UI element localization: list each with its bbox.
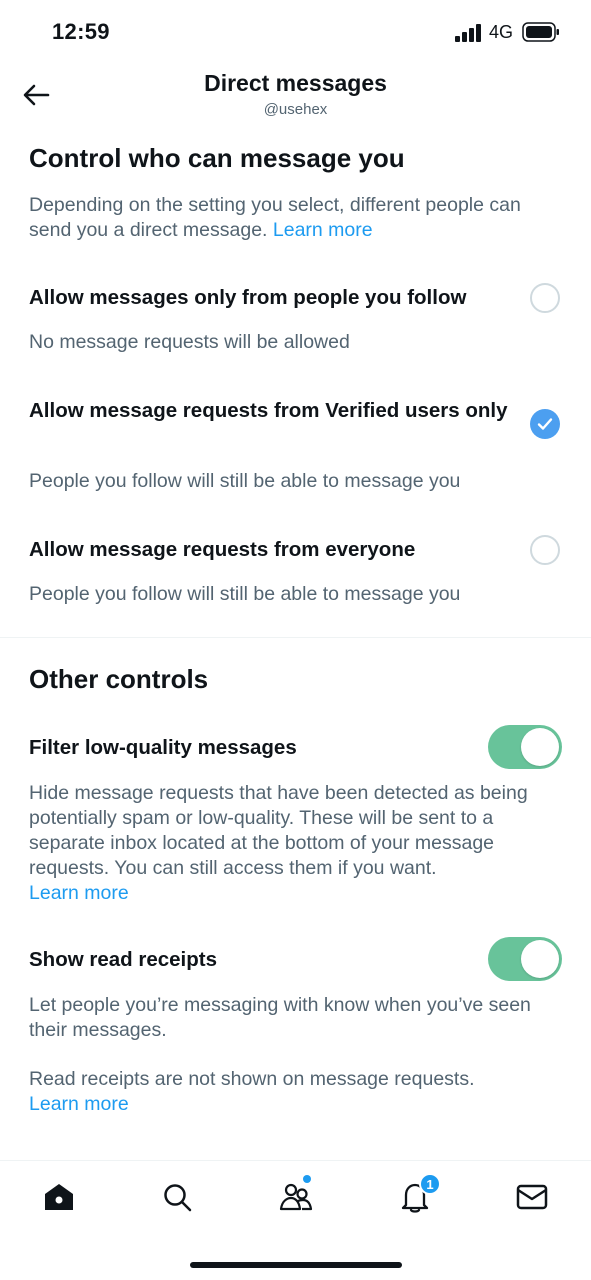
- status-bar: 12:59 4G: [0, 0, 591, 62]
- filter-description-text: Hide message requests that have been det…: [29, 782, 528, 879]
- home-icon: [45, 1184, 73, 1210]
- option-everyone-radio[interactable]: [530, 535, 560, 565]
- signal-icon: [455, 24, 481, 42]
- messages-icon: [516, 1184, 548, 1210]
- read-receipts-learn-more-link[interactable]: Learn more: [29, 1092, 564, 1117]
- toggle-knob: [521, 940, 559, 978]
- control-description: Depending on the setting you select, dif…: [29, 193, 564, 243]
- search-icon: [164, 1184, 192, 1212]
- option-verified-sub: People you follow will still be able to …: [29, 470, 461, 492]
- account-handle: @usehex: [263, 101, 328, 118]
- option-verified-radio[interactable]: [530, 409, 560, 439]
- section-title-other: Other controls: [29, 664, 209, 694]
- checkmark-icon: [537, 418, 553, 430]
- communities-dot: [303, 1175, 311, 1183]
- nav-communities[interactable]: [276, 1177, 316, 1217]
- option-following-only-radio[interactable]: [530, 283, 560, 313]
- section-divider: [0, 637, 591, 638]
- read-receipts-label: Show read receipts: [29, 948, 217, 971]
- nav-search[interactable]: [157, 1177, 197, 1217]
- option-everyone-label[interactable]: Allow message requests from everyone: [29, 536, 509, 563]
- nav-home[interactable]: [39, 1177, 79, 1217]
- battery-icon: [522, 22, 559, 42]
- read-receipts-note-text: Read receipts are not shown on message r…: [29, 1068, 475, 1090]
- toggle-knob: [521, 728, 559, 766]
- option-following-only-sub: No message requests will be allowed: [29, 331, 350, 353]
- option-everyone-sub: People you follow will still be able to …: [29, 583, 461, 605]
- filter-toggle[interactable]: [488, 725, 562, 769]
- notification-badge: 1: [419, 1173, 441, 1195]
- filter-label: Filter low-quality messages: [29, 736, 297, 759]
- communities-icon: [279, 1183, 313, 1211]
- section-title-control: Control who can message you: [29, 143, 405, 173]
- learn-more-link[interactable]: Learn more: [273, 219, 373, 241]
- filter-description: Hide message requests that have been det…: [29, 781, 564, 906]
- option-verified-label[interactable]: Allow message requests from Verified use…: [29, 397, 509, 424]
- read-receipts-toggle[interactable]: [488, 937, 562, 981]
- option-following-only-label[interactable]: Allow messages only from people you foll…: [29, 284, 509, 311]
- filter-learn-more-link[interactable]: Learn more: [29, 881, 564, 906]
- network-type: 4G: [489, 22, 514, 42]
- status-time: 12:59: [52, 19, 110, 44]
- nav-messages[interactable]: [512, 1177, 552, 1217]
- home-indicator: [190, 1262, 402, 1268]
- read-receipts-description: Let people you’re messaging with know wh…: [29, 994, 531, 1041]
- read-receipts-note: Read receipts are not shown on message r…: [29, 1067, 564, 1117]
- page-title: Direct messages: [204, 70, 387, 96]
